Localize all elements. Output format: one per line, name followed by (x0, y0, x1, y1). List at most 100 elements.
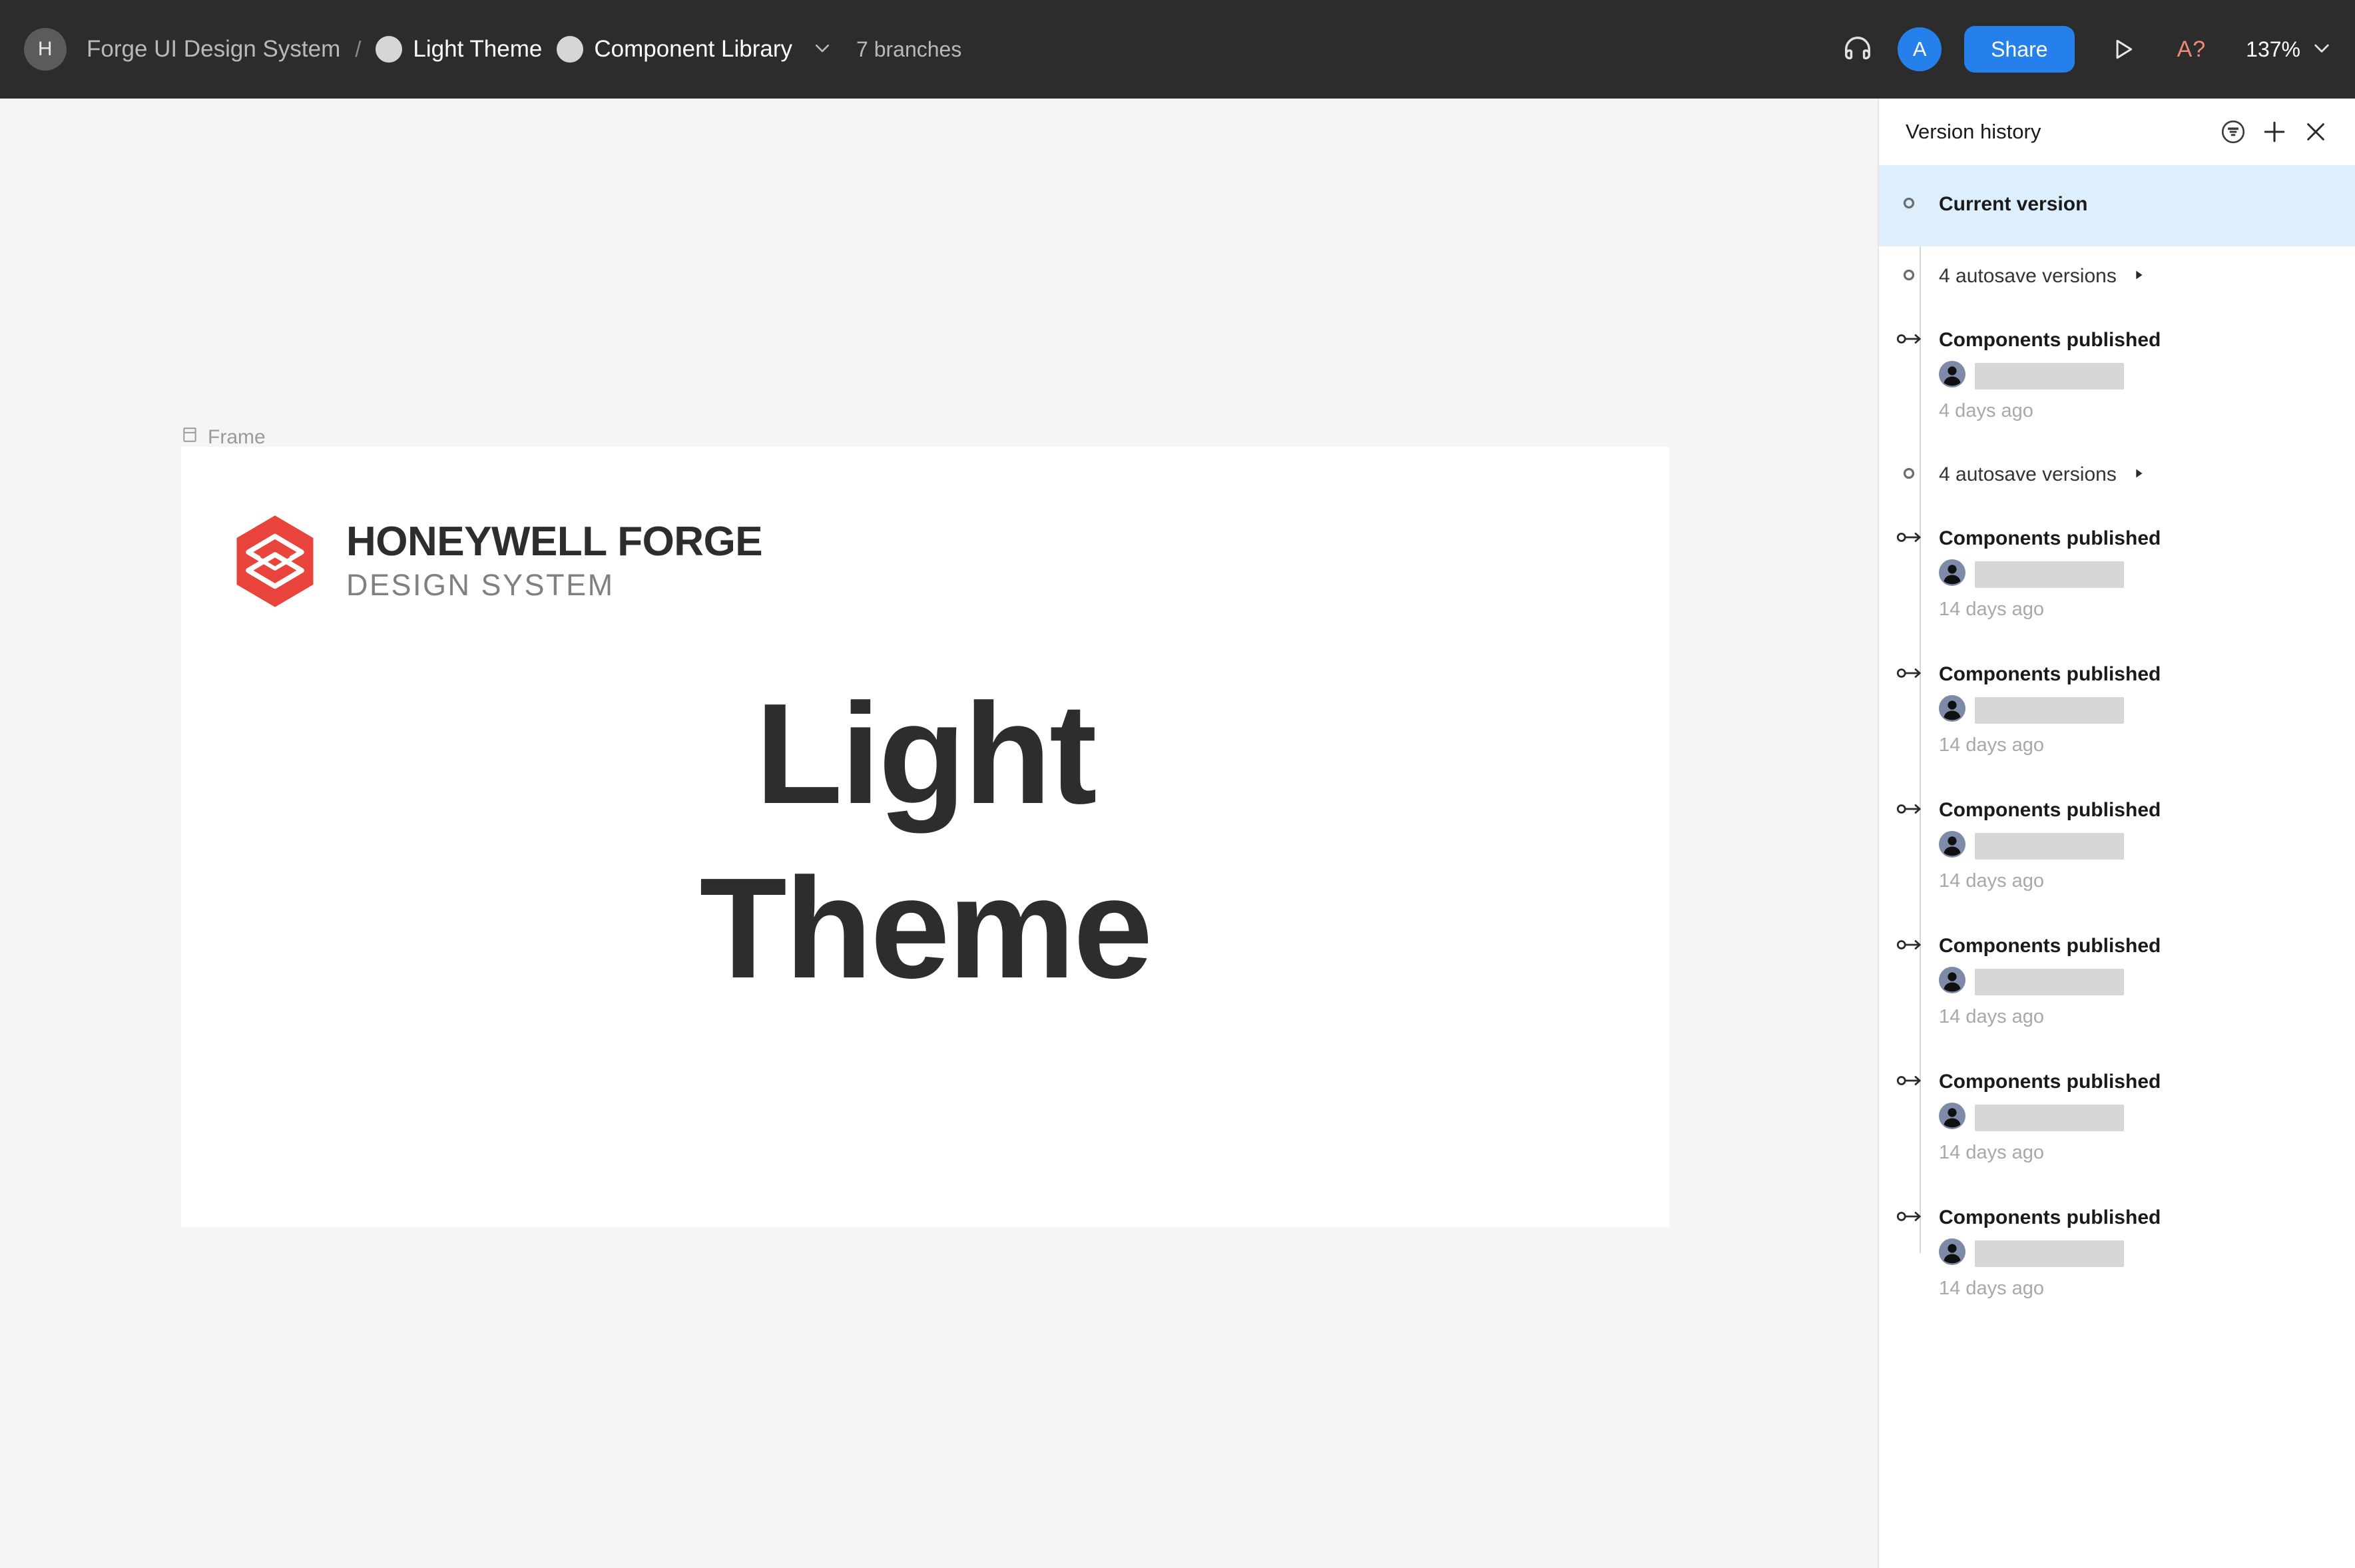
version-timestamp: 14 days ago (1939, 1006, 2045, 1027)
home-initial: H (37, 38, 53, 60)
version-entry[interactable]: Components published 14 days ago (1879, 507, 2355, 643)
version-entry-body: Components published 14 days ago (1939, 935, 2336, 1028)
headphones-icon[interactable] (1832, 24, 1883, 75)
publish-marker-icon (1879, 1071, 1939, 1164)
version-entry-title-text: 4 autosave versions (1939, 463, 2117, 485)
author-avatar-icon (1939, 831, 1965, 861)
version-entry[interactable]: Components published 14 days ago (1879, 643, 2355, 779)
version-author (1939, 559, 2336, 589)
version-entry-body: Components published 14 days ago (1939, 527, 2336, 621)
author-avatar-icon (1939, 967, 1965, 997)
zoom-level[interactable]: 137% (2246, 37, 2300, 62)
top-toolbar: H Forge UI Design System / Light Theme C… (0, 0, 2355, 99)
version-entry-body: Components published 14 days ago (1939, 799, 2336, 892)
version-entry[interactable]: Components published 14 days ago (1879, 1186, 2355, 1322)
author-name-redacted (1975, 1240, 2124, 1267)
author-name-redacted (1975, 561, 2124, 588)
author-avatar-icon (1939, 1103, 1965, 1133)
version-author (1939, 831, 2336, 861)
author-name-redacted (1975, 968, 2124, 995)
version-timestamp: 14 days ago (1939, 734, 2045, 756)
version-timestamp: 4 days ago (1939, 400, 2033, 421)
filter-icon[interactable] (2213, 111, 2254, 152)
version-entry-body: Components published 4 days ago (1939, 329, 2336, 422)
breadcrumb-item-light-theme[interactable]: Light Theme (376, 36, 542, 63)
publish-marker-icon (1879, 799, 1939, 892)
frame-hero-text: Light Theme (181, 666, 1669, 1016)
hero-line-1: Light (755, 673, 1097, 834)
frame-label-text: Frame (208, 426, 266, 448)
version-timestamp: 14 days ago (1939, 870, 2045, 892)
accessibility-check-label[interactable]: A? (2177, 37, 2207, 63)
version-entry-title: Current version (1939, 193, 2088, 215)
version-author (1939, 695, 2336, 725)
toolbar-right-group: A Share A? 137% (1832, 24, 2332, 75)
version-entry-title-text: 4 autosave versions (1939, 265, 2117, 287)
version-entry-body: Current version (1939, 193, 2336, 216)
play-icon[interactable] (2097, 24, 2148, 75)
publish-marker-icon (1879, 527, 1939, 621)
version-entry[interactable]: 4 autosave versions (1879, 445, 2355, 507)
version-history-header: Version history (1879, 99, 2355, 165)
version-entry-title: 4 autosave versions (1939, 463, 2336, 486)
design-canvas[interactable]: Frame HONEYWELL FORGE DESIGN SYSTEM Ligh… (0, 99, 1878, 1568)
honeywell-forge-logo: HONEYWELL FORGE DESIGN SYSTEM (233, 515, 763, 611)
version-author (1939, 1238, 2336, 1268)
version-timestamp: 14 days ago (1939, 599, 2045, 620)
close-icon[interactable] (2295, 111, 2336, 152)
caret-right-icon[interactable] (2131, 265, 2146, 288)
autosave-marker-icon (1879, 463, 1939, 486)
version-list[interactable]: Current version 4 autosave versions Compo… (1879, 165, 2355, 1336)
version-entry[interactable]: 4 autosave versions (1879, 246, 2355, 309)
version-entry-title: Components published (1939, 935, 2161, 957)
version-entry-body: 4 autosave versions (1939, 265, 2336, 288)
version-history-panel: Version history Current version 4 autosa… (1878, 99, 2355, 1568)
home-button[interactable]: H (24, 28, 67, 71)
version-entry-title: Components published (1939, 663, 2161, 685)
version-entry-title: Components published (1939, 527, 2161, 549)
breadcrumb-item-component-library[interactable]: Component Library (557, 36, 792, 63)
version-author (1939, 1103, 2336, 1133)
frame-label[interactable]: Frame (181, 426, 266, 449)
version-author (1939, 967, 2336, 997)
share-button[interactable]: Share (1964, 26, 2075, 73)
author-name-redacted (1975, 696, 2124, 724)
caret-right-icon[interactable] (2131, 463, 2146, 486)
version-entry[interactable]: Components published 14 days ago (1879, 1051, 2355, 1186)
version-entry-body: Components published 14 days ago (1939, 1071, 2336, 1164)
author-name-redacted (1975, 1104, 2124, 1131)
autosave-marker-icon (1879, 265, 1939, 288)
version-entry-title: Components published (1939, 329, 2161, 351)
version-entry[interactable]: Components published 4 days ago (1879, 309, 2355, 445)
figma-window: H Forge UI Design System / Light Theme C… (0, 0, 2355, 1568)
version-entry-current[interactable]: Current version (1879, 165, 2355, 246)
version-entry-title: Components published (1939, 1071, 2161, 1093)
avatar[interactable]: A (1898, 27, 1942, 71)
design-frame[interactable]: HONEYWELL FORGE DESIGN SYSTEM Light Them… (181, 447, 1669, 1227)
avatar-initial: A (1912, 37, 1927, 61)
chevron-down-icon[interactable] (812, 38, 832, 61)
branch-dot-icon (557, 36, 584, 63)
version-author (1939, 361, 2336, 391)
version-entry-body: Components published 14 days ago (1939, 1206, 2336, 1300)
branches-count[interactable]: 7 branches (856, 37, 961, 62)
author-avatar-icon (1939, 695, 1965, 725)
author-avatar-icon (1939, 559, 1965, 589)
version-entry-title: 4 autosave versions (1939, 265, 2336, 288)
version-entry-body: 4 autosave versions (1939, 463, 2336, 486)
plus-icon[interactable] (2254, 111, 2295, 152)
breadcrumb-label: Light Theme (413, 36, 543, 62)
author-avatar-icon (1939, 361, 1965, 391)
document-title[interactable]: Forge UI Design System (87, 36, 340, 63)
toolbar-left-group: H Forge UI Design System / Light Theme C… (24, 28, 1832, 71)
version-entry[interactable]: Components published 14 days ago (1879, 779, 2355, 915)
author-name-redacted (1975, 362, 2124, 390)
autosave-marker-icon (1879, 193, 1939, 216)
logo-title: HONEYWELL FORGE (346, 519, 763, 565)
branch-dot-icon (376, 36, 403, 63)
chevron-down-icon[interactable] (2311, 37, 2332, 62)
version-entry[interactable]: Components published 14 days ago (1879, 915, 2355, 1051)
publish-marker-icon (1879, 329, 1939, 422)
version-entry-title: Components published (1939, 799, 2161, 821)
publish-marker-icon (1879, 1206, 1939, 1300)
